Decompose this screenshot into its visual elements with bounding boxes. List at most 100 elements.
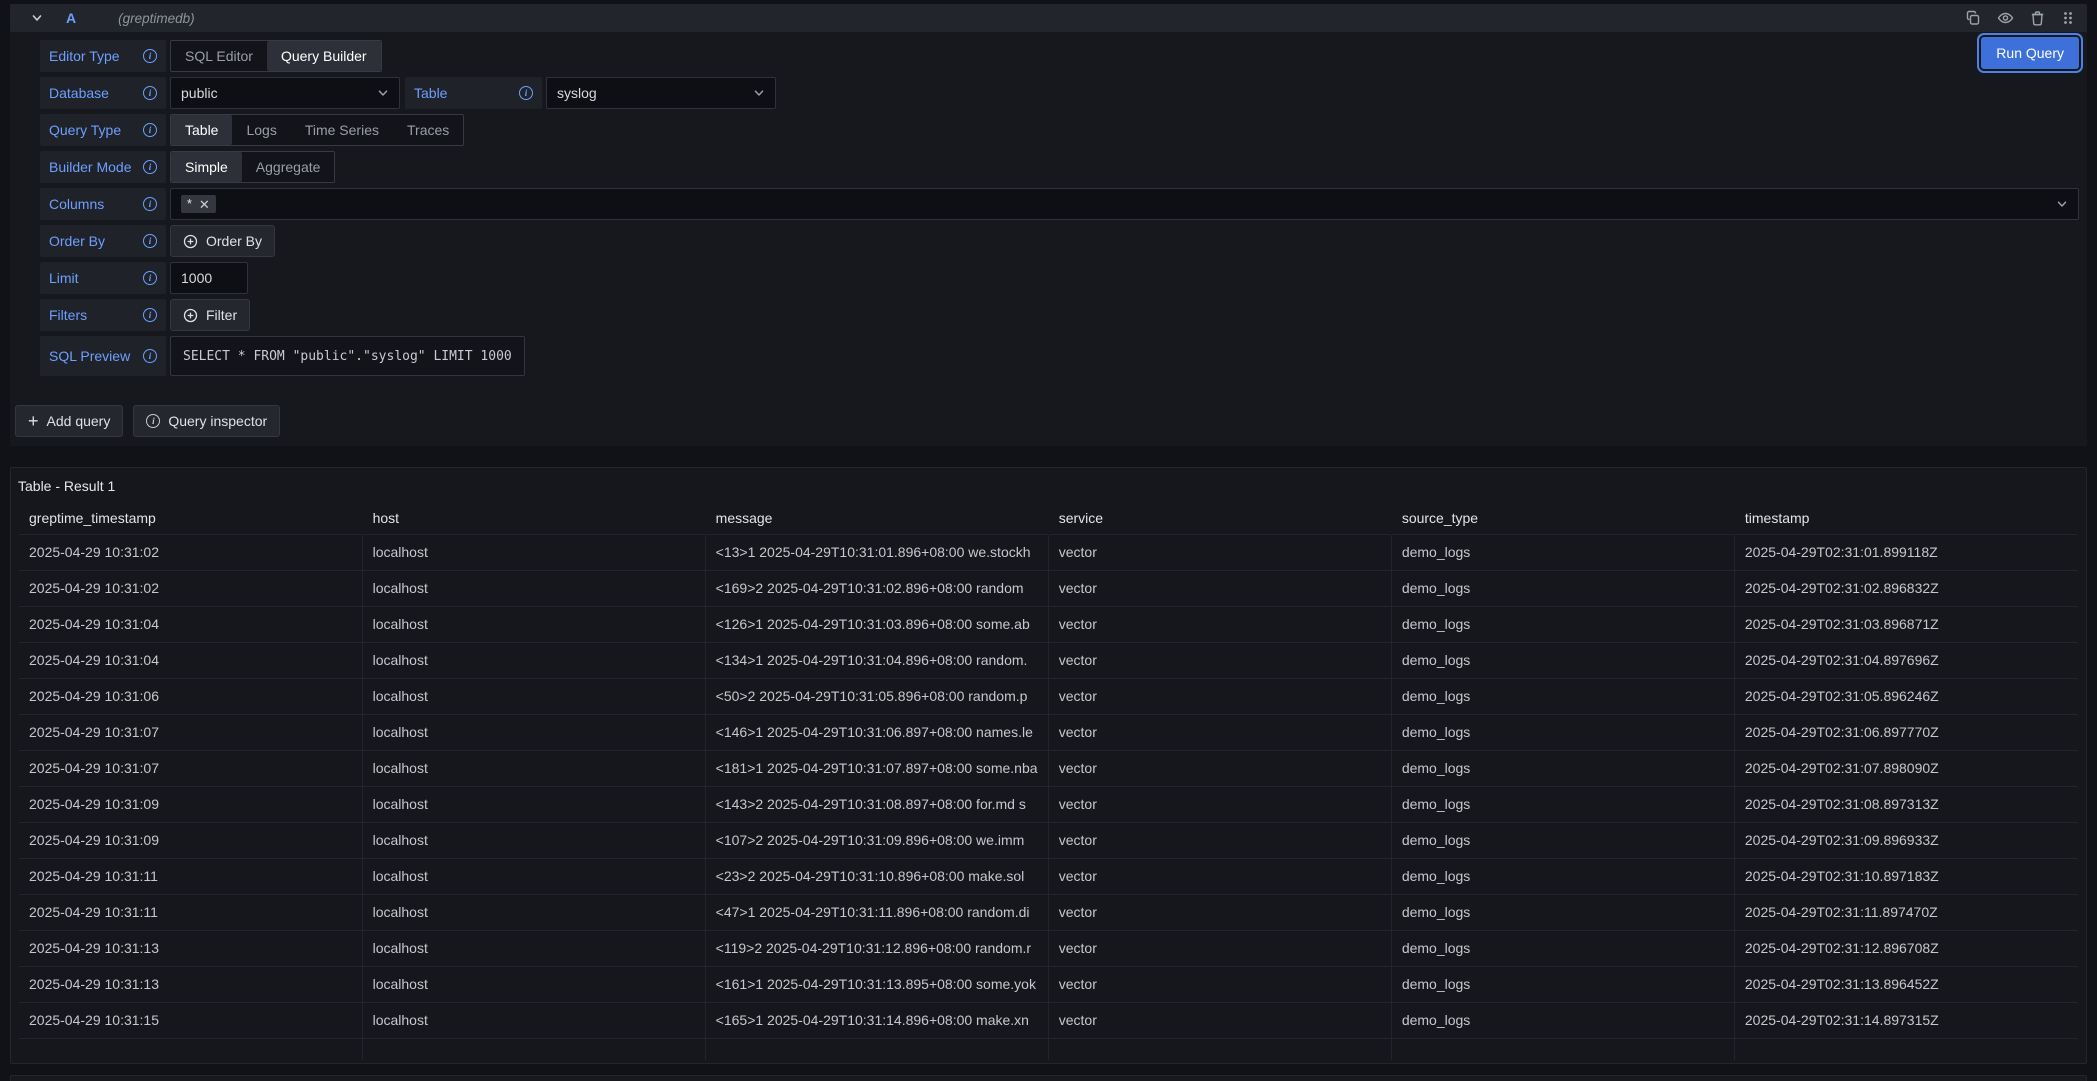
table-cell: demo_logs <box>1391 822 1734 858</box>
table-cell: demo_logs <box>1391 750 1734 786</box>
table-select[interactable]: syslog <box>546 77 776 109</box>
option-table[interactable]: Table <box>171 115 232 145</box>
column-chip-value: * <box>187 197 192 211</box>
column-header-message[interactable]: message <box>705 502 1048 534</box>
sql-preview-row: SQL Preview i SELECT * FROM "public"."sy… <box>40 336 2079 376</box>
table-cell: vector <box>1048 534 1391 570</box>
info-icon[interactable]: i <box>143 123 157 137</box>
columns-multiselect[interactable]: * ✕ <box>170 188 2079 220</box>
results-table: greptime_timestamphostmessageservicesour… <box>19 502 2078 1060</box>
limit-label: Limit i <box>40 262 166 294</box>
info-icon[interactable]: i <box>143 49 157 63</box>
drag-handle-icon[interactable] <box>2061 10 2075 26</box>
table-cell: demo_logs <box>1391 930 1734 966</box>
info-icon[interactable]: i <box>143 349 157 363</box>
delete-trash-icon[interactable] <box>2030 10 2045 26</box>
table-row: 2025-04-29 10:31:04localhost<126>1 2025-… <box>19 606 2078 642</box>
columns-row: Columns i * ✕ <box>40 188 2079 220</box>
option-aggregate[interactable]: Aggregate <box>242 152 335 182</box>
option-time-series[interactable]: Time Series <box>291 115 393 145</box>
table-cell: vector <box>1048 966 1391 1002</box>
table-cell: 2025-04-29 10:31:11 <box>19 894 362 930</box>
remove-column-icon[interactable]: ✕ <box>199 198 210 211</box>
table-cell: localhost <box>362 678 705 714</box>
option-traces[interactable]: Traces <box>393 115 463 145</box>
info-icon[interactable]: i <box>143 86 157 100</box>
table-cell: vector <box>1048 930 1391 966</box>
table-cell <box>1734 1038 2077 1060</box>
table-cell: vector <box>1048 786 1391 822</box>
column-chip[interactable]: * ✕ <box>181 195 216 213</box>
add-order-by-button[interactable]: Order By <box>170 225 275 257</box>
builder-mode-toggle: SimpleAggregate <box>170 151 335 183</box>
table-cell: vector <box>1048 606 1391 642</box>
table-cell: localhost <box>362 822 705 858</box>
table-cell: 2025-04-29 10:31:15 <box>19 1002 362 1038</box>
chevron-down-icon <box>377 87 389 99</box>
query-inspector-button[interactable]: i Query inspector <box>133 405 280 437</box>
table-cell: demo_logs <box>1391 714 1734 750</box>
table-cell: demo_logs <box>1391 786 1734 822</box>
option-sql-editor[interactable]: SQL Editor <box>171 41 267 71</box>
order-by-label: Order By i <box>40 225 166 257</box>
table-row: 2025-04-29 10:31:09localhost<107>2 2025-… <box>19 822 2078 858</box>
table-row: 2025-04-29 10:31:13localhost<161>1 2025-… <box>19 966 2078 1002</box>
database-select[interactable]: public <box>170 77 400 109</box>
table-cell: demo_logs <box>1391 570 1734 606</box>
collapse-chevron-icon[interactable] <box>30 11 44 25</box>
info-icon[interactable]: i <box>143 234 157 248</box>
toggle-visibility-eye-icon[interactable] <box>1997 10 2014 26</box>
query-inspector-label: Query inspector <box>168 413 267 429</box>
builder-mode-row: Builder Mode i SimpleAggregate <box>40 151 2079 183</box>
table-cell: 2025-04-29T02:31:10.897183Z <box>1734 858 2077 894</box>
table-cell: 2025-04-29 10:31:13 <box>19 930 362 966</box>
table-cell: 2025-04-29 10:31:07 <box>19 750 362 786</box>
sql-preview-text: SELECT * FROM "public"."syslog" LIMIT 10… <box>183 349 512 364</box>
table-cell: localhost <box>362 606 705 642</box>
table-cell: vector <box>1048 570 1391 606</box>
table-row: 2025-04-29 10:31:09localhost<143>2 2025-… <box>19 786 2078 822</box>
column-header-host[interactable]: host <box>362 502 705 534</box>
query-editor-body: Run Query Editor Type i SQL EditorQuery … <box>10 32 2087 437</box>
table-cell: localhost <box>362 858 705 894</box>
column-header-source_type[interactable]: source_type <box>1391 502 1734 534</box>
column-header-timestamp[interactable]: timestamp <box>1734 502 2077 534</box>
add-query-button[interactable]: + Add query <box>15 405 123 437</box>
table-cell: demo_logs <box>1391 894 1734 930</box>
table-cell: 2025-04-29 10:31:07 <box>19 714 362 750</box>
table-cell: vector <box>1048 894 1391 930</box>
option-simple[interactable]: Simple <box>171 152 242 182</box>
table-cell: localhost <box>362 1002 705 1038</box>
option-query-builder[interactable]: Query Builder <box>267 41 381 71</box>
limit-input[interactable] <box>170 262 248 294</box>
database-row: Database i public Table i syslog <box>40 77 2079 109</box>
column-header-service[interactable]: service <box>1048 502 1391 534</box>
table-cell: vector <box>1048 678 1391 714</box>
datasource-name: (greptimedb) <box>118 11 195 26</box>
info-icon[interactable]: i <box>143 197 157 211</box>
table-cell: localhost <box>362 966 705 1002</box>
filters-row: Filters i Filter <box>40 299 2079 331</box>
info-icon[interactable]: i <box>143 271 157 285</box>
grafana-query-editor-page: A (greptimedb) Run Query Editor Type <box>0 0 2097 1081</box>
query-row-header[interactable]: A (greptimedb) <box>10 4 2087 32</box>
query-type-label: Query Type i <box>40 114 166 146</box>
table-select-value: syslog <box>557 85 597 101</box>
chevron-down-icon <box>753 87 765 99</box>
column-header-greptime_timestamp[interactable]: greptime_timestamp <box>19 502 362 534</box>
option-logs[interactable]: Logs <box>232 115 290 145</box>
add-filter-button[interactable]: Filter <box>170 299 250 331</box>
table-cell: 2025-04-29 10:31:04 <box>19 642 362 678</box>
info-icon[interactable]: i <box>519 86 533 100</box>
table-cell <box>1391 1038 1734 1060</box>
duplicate-icon[interactable] <box>1965 10 1981 26</box>
info-icon[interactable]: i <box>143 308 157 322</box>
database-label-text: Database <box>49 85 109 101</box>
table-cell: 2025-04-29T02:31:09.896933Z <box>1734 822 2077 858</box>
info-icon[interactable]: i <box>143 160 157 174</box>
table-cell: <23>2 2025-04-29T10:31:10.896+08:00 make… <box>705 858 1048 894</box>
table-cell: <47>1 2025-04-29T10:31:11.896+08:00 rand… <box>705 894 1048 930</box>
table-cell: 2025-04-29 10:31:09 <box>19 786 362 822</box>
panel-title: Table - Result 1 <box>11 468 2086 502</box>
run-query-button[interactable]: Run Query <box>1981 37 2079 69</box>
